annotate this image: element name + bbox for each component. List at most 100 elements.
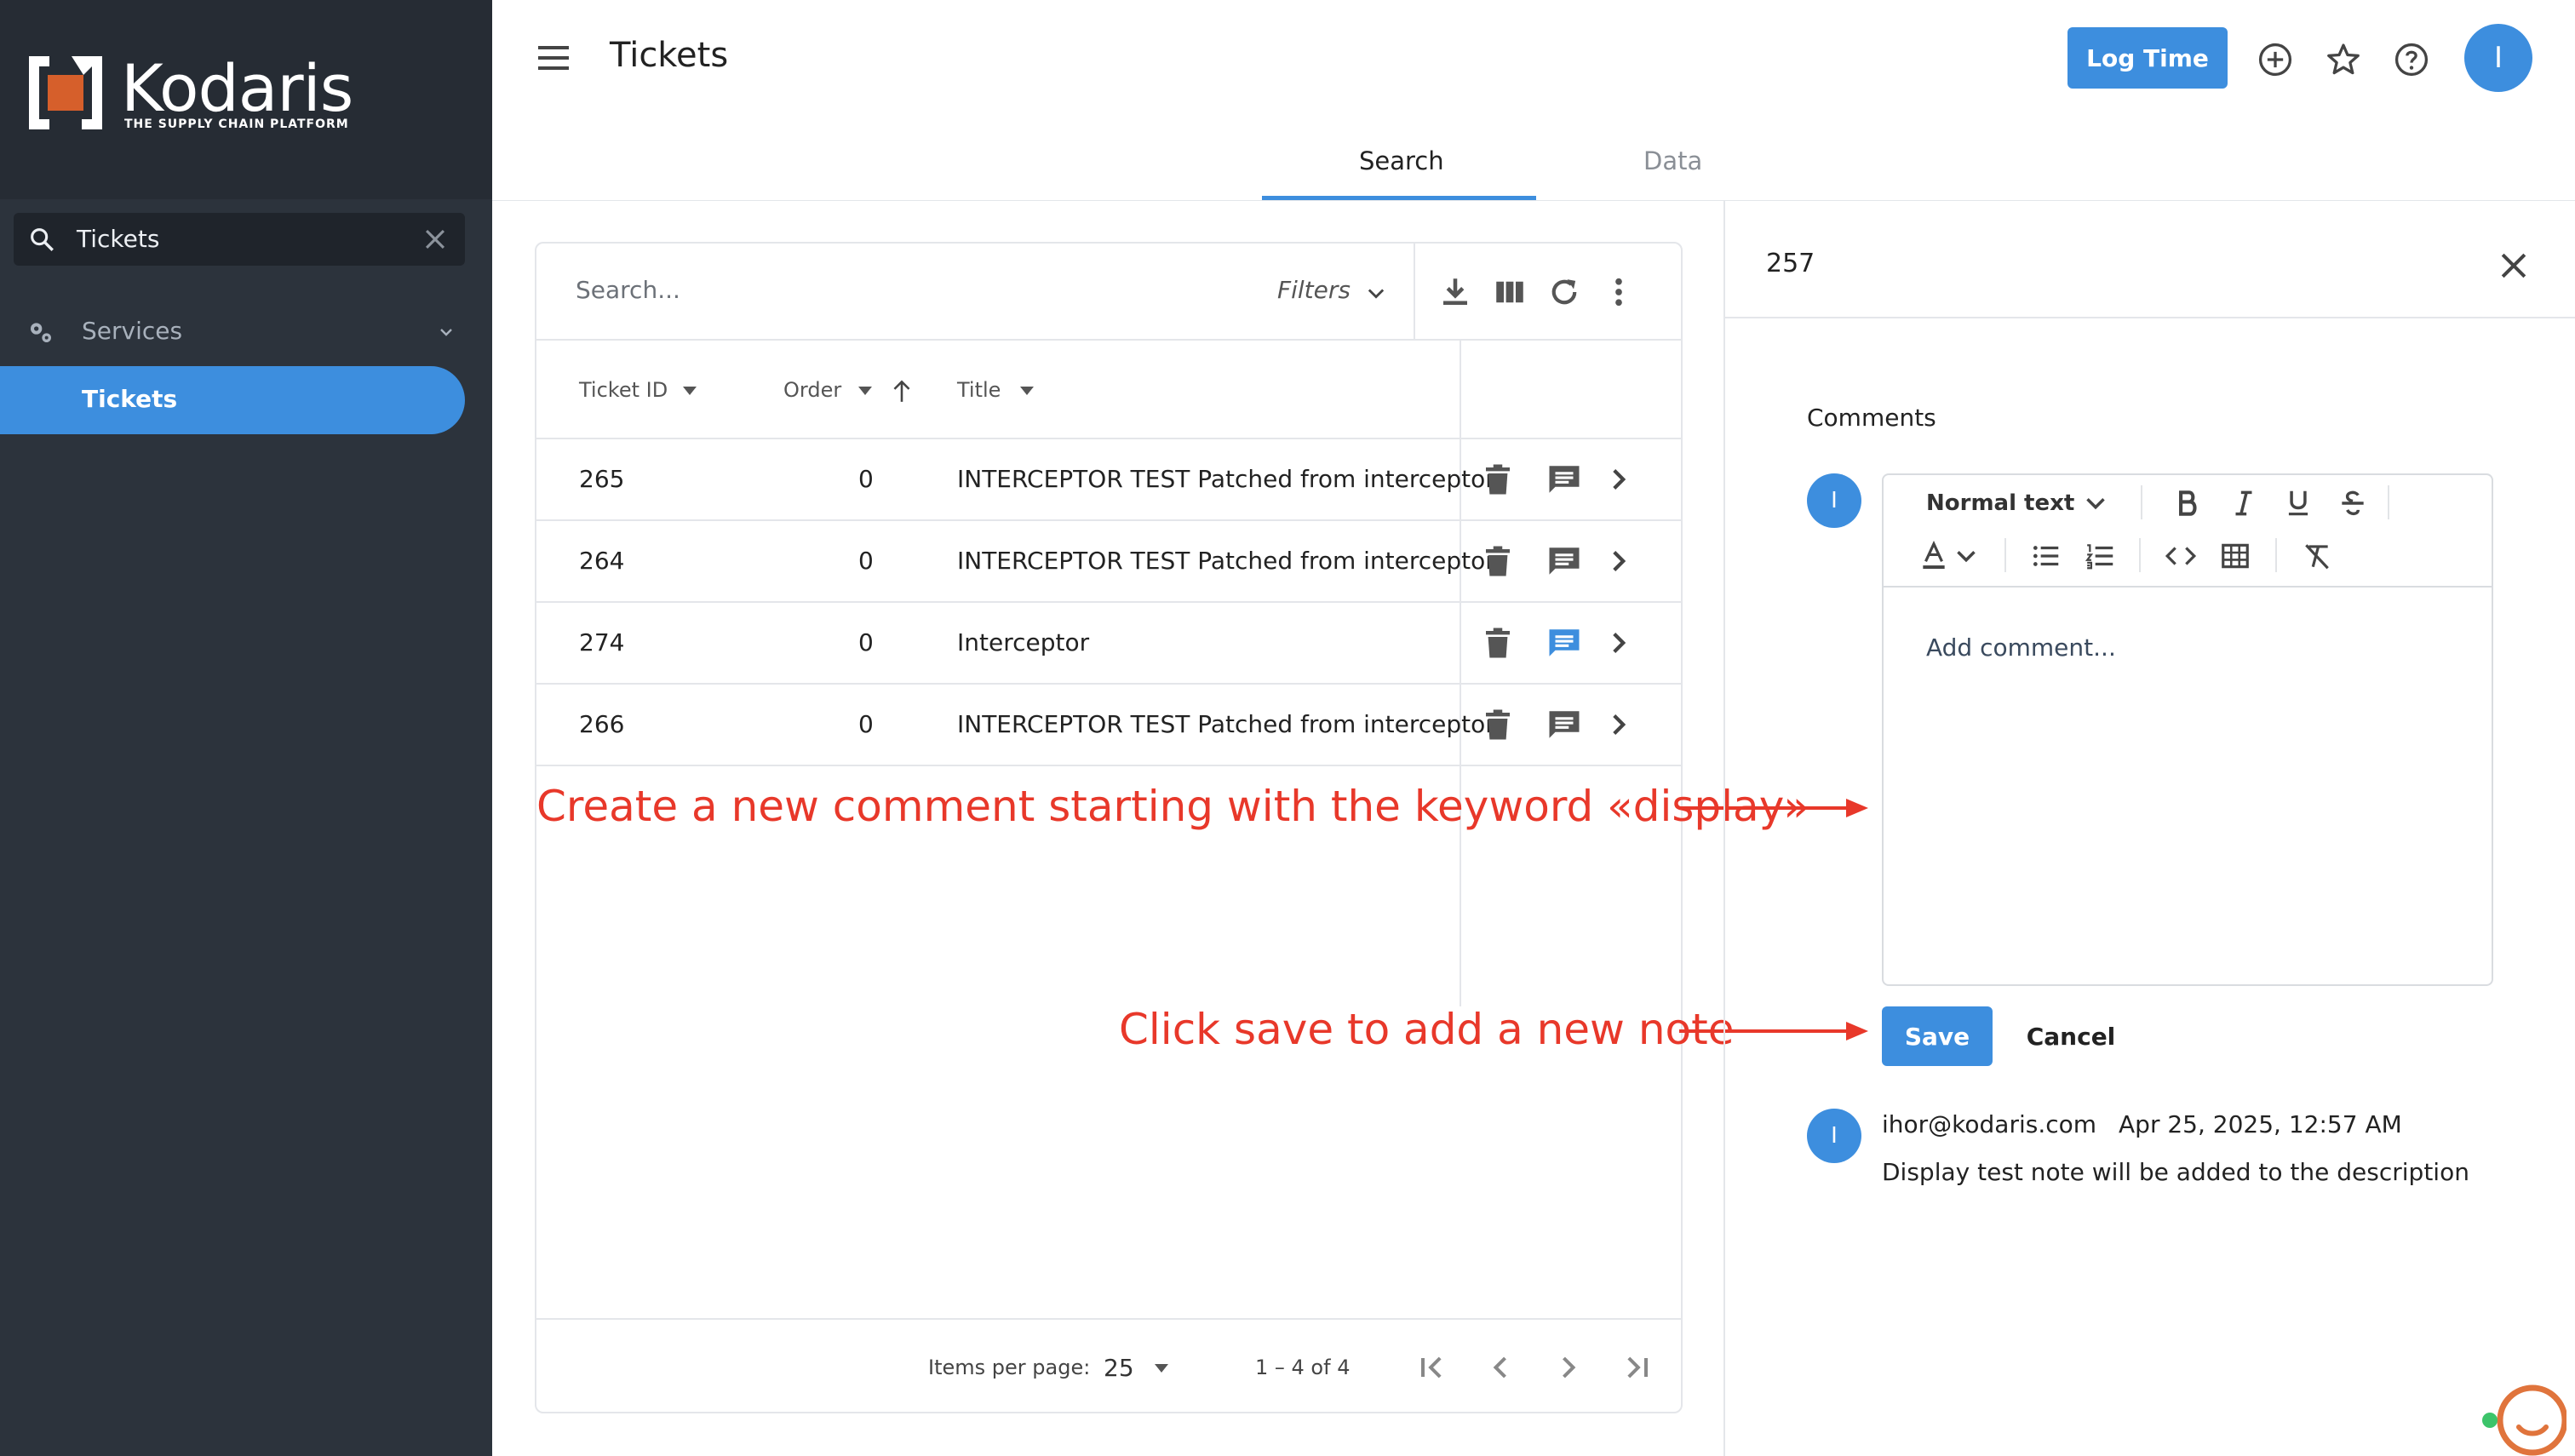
sort-ascending-icon[interactable] xyxy=(891,378,913,404)
note-date: Apr 25, 2025, 12:57 AM xyxy=(2119,1110,2402,1138)
bold-icon[interactable] xyxy=(2171,487,2204,519)
divider xyxy=(2388,485,2389,519)
items-per-page-select[interactable]: 25 xyxy=(1104,1354,1134,1382)
gears-icon xyxy=(31,323,51,342)
cell-ticket-id: 266 xyxy=(579,710,625,738)
chevron-right-icon[interactable] xyxy=(1601,625,1637,661)
table-header-row: Ticket ID Order Title xyxy=(536,341,1681,439)
italic-icon[interactable] xyxy=(2228,487,2260,519)
table-icon[interactable] xyxy=(2219,540,2251,572)
comment-active-icon[interactable] xyxy=(1546,625,1582,661)
caret-down-icon[interactable] xyxy=(1153,1362,1170,1374)
annotation-comment: Create a new comment starting with the k… xyxy=(536,782,1809,831)
sidebar: Kodaris THE SUPPLY CHAIN PLATFORM Ticket… xyxy=(0,0,492,1456)
numbered-list-icon[interactable] xyxy=(2085,540,2117,572)
table-search-input[interactable] xyxy=(576,276,1087,304)
note-meta: ihor@kodaris.com Apr 25, 2025, 12:57 AM xyxy=(1882,1110,2402,1138)
comments-heading: Comments xyxy=(1807,404,1936,432)
table-row[interactable]: 274 0 Interceptor xyxy=(536,603,1681,685)
comment-icon[interactable] xyxy=(1546,707,1582,742)
chevron-down-icon[interactable] xyxy=(1364,281,1388,305)
filters-button[interactable]: Filters xyxy=(1277,276,1351,304)
download-icon[interactable] xyxy=(1437,274,1473,310)
note-avatar: I xyxy=(1807,1109,1861,1163)
logo-wordmark: Kodaris xyxy=(121,50,353,126)
chevron-right-icon[interactable] xyxy=(1601,543,1637,579)
chat-support-icon[interactable] xyxy=(2478,1367,2566,1456)
cell-order: 0 xyxy=(858,628,874,656)
star-icon[interactable] xyxy=(2325,41,2362,78)
annotation-save: Click save to add a new note xyxy=(1119,1005,1735,1054)
table-search-row: Filters xyxy=(536,244,1681,341)
chevron-right-icon[interactable] xyxy=(1601,707,1637,742)
bullet-list-icon[interactable] xyxy=(2030,540,2062,572)
page-range: 1 – 4 of 4 xyxy=(1255,1356,1351,1379)
column-header-ticket-id[interactable]: Ticket ID xyxy=(579,378,668,402)
divider xyxy=(2004,538,2006,572)
sort-caret-icon[interactable] xyxy=(857,385,874,397)
tab-data[interactable]: Data xyxy=(1643,146,1702,175)
logo-area: Kodaris THE SUPPLY CHAIN PLATFORM xyxy=(0,0,492,199)
tab-search[interactable]: Search xyxy=(1359,146,1444,175)
clear-icon[interactable] xyxy=(421,225,450,254)
divider xyxy=(2139,538,2141,572)
more-vertical-icon[interactable] xyxy=(1601,274,1637,310)
clear-formatting-icon[interactable] xyxy=(2301,540,2333,572)
chevron-down-icon[interactable] xyxy=(1950,540,1982,572)
help-icon[interactable] xyxy=(2393,41,2430,78)
column-header-order[interactable]: Order xyxy=(783,378,841,402)
previous-page-icon[interactable] xyxy=(1482,1349,1519,1386)
cell-ticket-id: 274 xyxy=(579,628,625,656)
comment-editor[interactable]: Normal text Add comment... xyxy=(1882,473,2493,986)
sidebar-item-tickets[interactable]: Tickets xyxy=(0,366,465,434)
cell-order: 0 xyxy=(858,547,874,575)
last-page-icon[interactable] xyxy=(1618,1349,1655,1386)
table-row[interactable]: 265 0 INTERCEPTOR TEST Patched from inte… xyxy=(536,439,1681,521)
note-text: Display test note will be added to the d… xyxy=(1882,1158,2469,1186)
sidebar-item-services[interactable]: Services xyxy=(0,307,477,358)
table-row[interactable]: 264 0 INTERCEPTOR TEST Patched from inte… xyxy=(536,521,1681,603)
column-header-title[interactable]: Title xyxy=(957,378,1001,402)
text-format-select[interactable]: Normal text xyxy=(1926,490,2074,516)
first-page-icon[interactable] xyxy=(1414,1349,1451,1386)
delete-icon[interactable] xyxy=(1480,707,1516,742)
user-avatar[interactable]: I xyxy=(2464,24,2532,92)
comment-icon[interactable] xyxy=(1546,543,1582,579)
add-circle-icon[interactable] xyxy=(2257,41,2294,78)
divider xyxy=(2275,538,2277,572)
editor-toolbar: Normal text xyxy=(1884,475,2492,530)
delete-icon[interactable] xyxy=(1480,625,1516,661)
sort-caret-icon[interactable] xyxy=(681,385,698,397)
sort-caret-icon[interactable] xyxy=(1018,385,1035,397)
tabs-bar: Search Data xyxy=(492,128,2575,201)
menu-icon[interactable] xyxy=(536,43,574,73)
close-icon[interactable] xyxy=(2495,247,2532,284)
annotation-arrow-icon xyxy=(1679,1022,1868,1040)
delete-icon[interactable] xyxy=(1480,461,1516,497)
cancel-button[interactable]: Cancel xyxy=(2011,1006,2131,1066)
logo-tagline: THE SUPPLY CHAIN PLATFORM xyxy=(124,118,349,131)
comment-input[interactable]: Add comment... xyxy=(1926,633,2116,662)
chevron-right-icon[interactable] xyxy=(1601,461,1637,497)
note-author: ihor@kodaris.com xyxy=(1882,1110,2097,1138)
delete-icon[interactable] xyxy=(1480,543,1516,579)
divider xyxy=(1414,244,1415,341)
comment-icon[interactable] xyxy=(1546,461,1582,497)
text-color-icon[interactable] xyxy=(1918,540,1950,572)
table-row[interactable]: 266 0 INTERCEPTOR TEST Patched from inte… xyxy=(536,685,1681,766)
log-time-button[interactable]: Log Time xyxy=(2067,27,2228,89)
save-button[interactable]: Save xyxy=(1882,1006,1993,1066)
divider xyxy=(1884,586,2492,588)
code-icon[interactable] xyxy=(2165,540,2197,572)
sidebar-item-label: Tickets xyxy=(82,385,178,413)
underline-icon[interactable] xyxy=(2282,487,2314,519)
chevron-down-icon[interactable] xyxy=(2079,487,2112,519)
comment-avatar: I xyxy=(1807,473,1861,528)
columns-icon[interactable] xyxy=(1492,274,1528,310)
strikethrough-icon[interactable] xyxy=(2337,487,2369,519)
next-page-icon[interactable] xyxy=(1550,1349,1587,1386)
sidebar-search-input[interactable]: Tickets xyxy=(14,213,465,266)
divider xyxy=(2141,485,2142,519)
refresh-icon[interactable] xyxy=(1546,274,1582,310)
sidebar-item-label: Services xyxy=(82,317,183,345)
